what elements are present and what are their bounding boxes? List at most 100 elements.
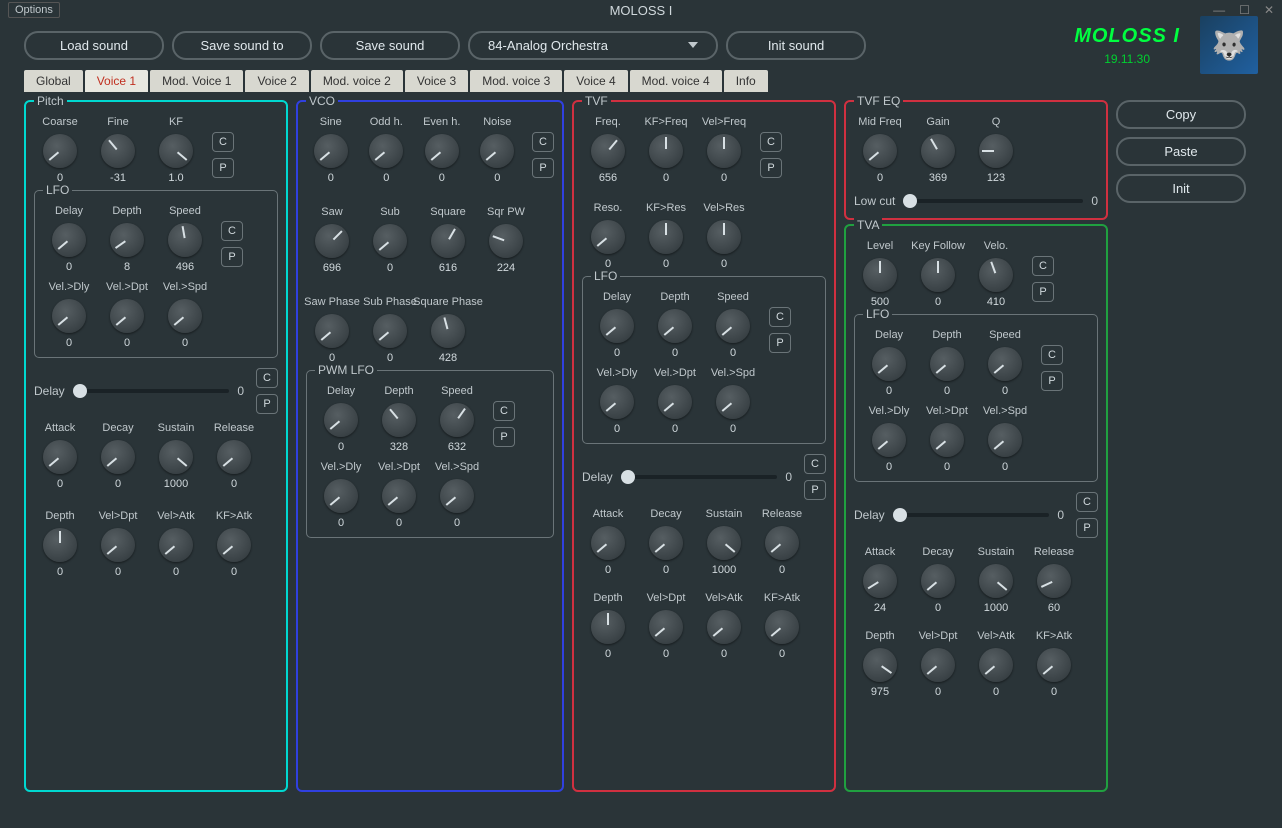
minimize-icon[interactable]: — [1213,3,1225,17]
tvf-delay-slider[interactable] [621,475,778,479]
knob-delay[interactable]: Delay0 [863,329,915,397]
load-sound-button[interactable]: Load sound [24,31,164,60]
knob-vel-dly[interactable]: Vel.>Dly0 [43,281,95,349]
knob-vel-dly[interactable]: Vel.>Dly0 [591,367,643,435]
knob-attack[interactable]: Attack0 [582,508,634,576]
tab-voice-3[interactable]: Voice 3 [405,70,468,92]
knob-kf-atk[interactable]: KF>Atk0 [208,510,260,578]
knob-speed[interactable]: Speed0 [979,329,1031,397]
tab-mod-voice-2[interactable]: Mod. voice 2 [311,70,403,92]
tab-voice-4[interactable]: Voice 4 [564,70,627,92]
knob-release[interactable]: Release60 [1028,546,1080,614]
paste-button[interactable]: P [256,394,278,414]
knob-decay[interactable]: Decay0 [640,508,692,576]
knob-reso-[interactable]: Reso.0 [582,202,634,270]
save-sound-to-button[interactable]: Save sound to [172,31,312,60]
copy-button[interactable]: C [1076,492,1098,512]
tab-voice-1[interactable]: Voice 1 [85,70,148,92]
knob-vel-spd[interactable]: Vel.>Spd0 [431,461,483,529]
knob-depth[interactable]: Depth0 [582,592,634,660]
paste-button[interactable]: P [493,427,515,447]
knob-vel-dly[interactable]: Vel.>Dly0 [315,461,367,529]
knob-release[interactable]: Release0 [208,422,260,490]
knob-speed[interactable]: Speed496 [159,205,211,273]
knob-depth[interactable]: Depth328 [373,385,425,453]
init-sound-button[interactable]: Init sound [726,31,866,60]
copy-button[interactable]: C [532,132,554,152]
knob-decay[interactable]: Decay0 [912,546,964,614]
knob-mid-freq[interactable]: Mid Freq0 [854,116,906,184]
knob-vel-freq[interactable]: Vel>Freq0 [698,116,750,184]
knob-vel-dpt[interactable]: Vel.>Dpt0 [921,405,973,473]
knob-saw[interactable]: Saw696 [306,206,358,274]
knob-vel-atk[interactable]: Vel>Atk0 [698,592,750,660]
paste-button[interactable]: P [1032,282,1054,302]
knob-decay[interactable]: Decay0 [92,422,144,490]
knob-odd-h-[interactable]: Odd h.0 [362,116,412,184]
tva-delay-slider[interactable] [893,513,1050,517]
paste-button[interactable]: P [804,480,826,500]
knob-depth[interactable]: Depth0 [921,329,973,397]
lowcut-slider[interactable] [903,199,1083,203]
knob-coarse[interactable]: Coarse0 [34,116,86,184]
paste-button[interactable]: P [1076,518,1098,538]
knob-velo-[interactable]: Velo.410 [970,240,1022,308]
knob-sine[interactable]: Sine0 [306,116,356,184]
knob-delay[interactable]: Delay0 [43,205,95,273]
knob-depth[interactable]: Depth0 [649,291,701,359]
knob-square-phase[interactable]: Square Phase428 [422,296,474,364]
knob-delay[interactable]: Delay0 [591,291,643,359]
knob-speed[interactable]: Speed632 [431,385,483,453]
copy-button[interactable]: C [1041,345,1063,365]
knob-kf-atk[interactable]: KF>Atk0 [1028,630,1080,698]
pitch-delay-slider[interactable] [73,389,230,393]
knob-speed[interactable]: Speed0 [707,291,759,359]
knob-even-h-[interactable]: Even h.0 [417,116,467,184]
knob-sqr-pw[interactable]: Sqr PW224 [480,206,532,274]
preset-select[interactable]: 84-Analog Orchestra [468,31,718,60]
knob-kf[interactable]: KF1.0 [150,116,202,184]
knob-vel-dpt[interactable]: Vel.>Dpt0 [373,461,425,529]
knob-vel-dly[interactable]: Vel.>Dly0 [863,405,915,473]
knob-fine[interactable]: Fine-31 [92,116,144,184]
knob-sustain[interactable]: Sustain1000 [150,422,202,490]
knob-vel-atk[interactable]: Vel>Atk0 [970,630,1022,698]
knob-noise[interactable]: Noise0 [473,116,523,184]
copy-button[interactable]: C [1032,256,1054,276]
paste-button[interactable]: Paste [1116,137,1246,166]
knob-depth[interactable]: Depth8 [101,205,153,273]
knob-kf-freq[interactable]: KF>Freq0 [640,116,692,184]
paste-button[interactable]: P [1041,371,1063,391]
tab-mod-voice-1[interactable]: Mod. Voice 1 [150,70,243,92]
paste-button[interactable]: P [532,158,554,178]
knob-vel-spd[interactable]: Vel.>Spd0 [159,281,211,349]
copy-button[interactable]: C [212,132,234,152]
paste-button[interactable]: P [212,158,234,178]
copy-button[interactable]: C [760,132,782,152]
knob-sustain[interactable]: Sustain1000 [970,546,1022,614]
knob-depth[interactable]: Depth975 [854,630,906,698]
options-button[interactable]: Options [8,2,60,18]
knob-vel-dpt[interactable]: Vel>Dpt0 [92,510,144,578]
paste-button[interactable]: P [760,158,782,178]
knob-depth[interactable]: Depth0 [34,510,86,578]
knob-sustain[interactable]: Sustain1000 [698,508,750,576]
copy-button[interactable]: C [256,368,278,388]
knob-sub-phase[interactable]: Sub Phase0 [364,296,416,364]
tab-global[interactable]: Global [24,70,83,92]
knob-kf-res[interactable]: KF>Res0 [640,202,692,270]
knob-delay[interactable]: Delay0 [315,385,367,453]
close-icon[interactable]: ✕ [1264,3,1274,17]
knob-vel-spd[interactable]: Vel.>Spd0 [979,405,1031,473]
knob-attack[interactable]: Attack24 [854,546,906,614]
copy-button[interactable]: C [769,307,791,327]
knob-kf-atk[interactable]: KF>Atk0 [756,592,808,660]
tab-voice-2[interactable]: Voice 2 [245,70,308,92]
knob-vel-dpt[interactable]: Vel>Dpt0 [640,592,692,660]
copy-button[interactable]: C [221,221,243,241]
init-button[interactable]: Init [1116,174,1246,203]
knob-vel-dpt[interactable]: Vel>Dpt0 [912,630,964,698]
save-sound-button[interactable]: Save sound [320,31,460,60]
knob-key-follow[interactable]: Key Follow0 [912,240,964,308]
knob-gain[interactable]: Gain369 [912,116,964,184]
